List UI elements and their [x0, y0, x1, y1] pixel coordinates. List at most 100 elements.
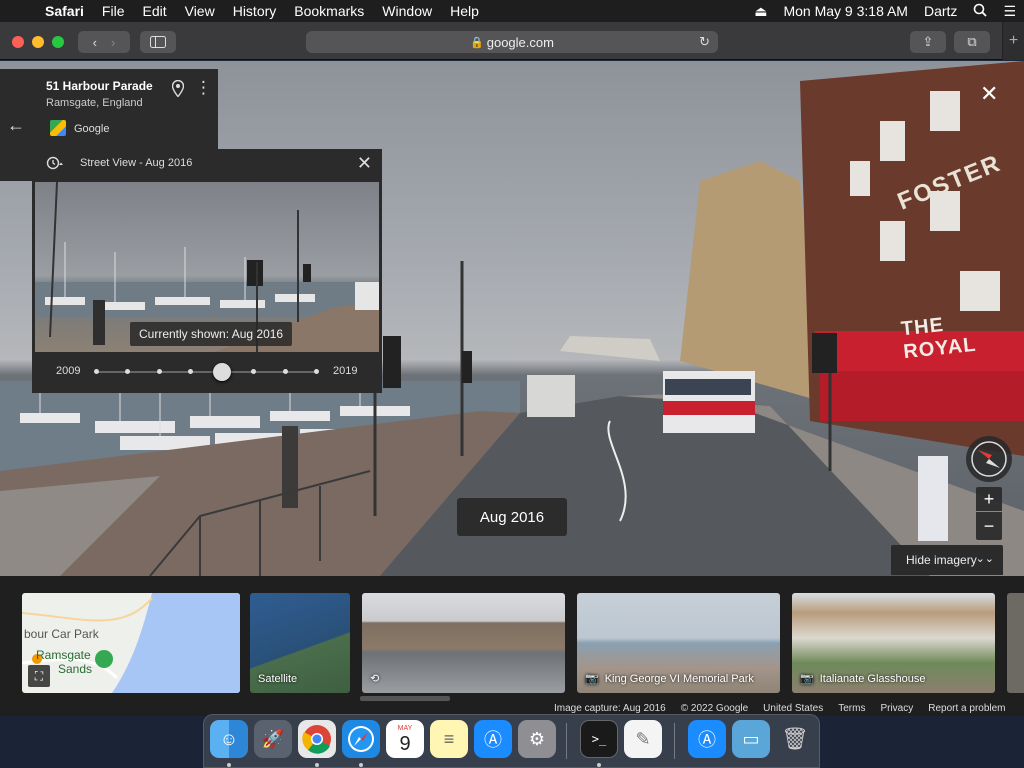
back-button-icon[interactable]: ‹: [93, 35, 97, 50]
timeline-stop-dot[interactable]: [188, 369, 194, 374]
eject-icon[interactable]: ⏏: [746, 3, 775, 20]
back-arrow-button[interactable]: ←: [0, 69, 32, 181]
zoom-out-button[interactable]: −: [976, 512, 1002, 540]
menu-file[interactable]: File: [93, 0, 134, 22]
window-close-button[interactable]: [12, 36, 24, 48]
address-subtitle: Ramsgate, England: [46, 97, 143, 109]
map-tile[interactable]: bour Car Park Ramsgate Sands ⛶: [22, 593, 240, 693]
timeline-stop-dot[interactable]: [125, 369, 131, 374]
italianate-glasshouse-tile[interactable]: 📷 Italianate Glasshouse: [792, 593, 995, 693]
timeline-stop-dot[interactable]: [156, 369, 162, 374]
forward-button-icon[interactable]: ›: [111, 35, 115, 50]
footer-report-link[interactable]: Report a problem: [928, 703, 1005, 714]
address-card: 51 Harbour Parade Ramsgate, England Goog…: [32, 69, 218, 149]
timeline-stop-dot[interactable]: [314, 369, 319, 374]
new-tab-button[interactable]: +: [1002, 22, 1024, 60]
camera-icon: 📷: [585, 673, 599, 685]
footer-terms-link[interactable]: Terms: [838, 703, 865, 714]
spotlight-search-icon[interactable]: [965, 3, 995, 20]
time-travel-header: Street View - Aug 2016: [80, 157, 193, 169]
window-zoom-button[interactable]: [52, 36, 64, 48]
dock-separator: [566, 723, 567, 759]
safari-icon[interactable]: [342, 720, 380, 758]
map-label-ramsgate: Ramsgate: [36, 648, 91, 662]
window-minimize-button[interactable]: [32, 36, 44, 48]
launchpad-icon[interactable]: 🚀: [254, 720, 292, 758]
back-forward-buttons: ‹ ›: [78, 31, 130, 53]
menu-app-name[interactable]: Safari: [36, 0, 93, 22]
lock-icon: 🔒: [470, 36, 484, 49]
menu-history[interactable]: History: [224, 0, 286, 22]
menu-view[interactable]: View: [176, 0, 224, 22]
timeline-slider-thumb[interactable]: [212, 363, 231, 381]
address-title: 51 Harbour Parade: [46, 79, 153, 93]
footer-privacy-link[interactable]: Privacy: [880, 703, 913, 714]
italianate-glasshouse-label: 📷 Italianate Glasshouse: [800, 673, 926, 685]
terminal-icon[interactable]: >_: [580, 720, 618, 758]
time-travel-panel: Street View - Aug 2016 ✕ Currently shown…: [32, 149, 382, 393]
google-maps-logo-icon: [50, 120, 66, 136]
satellite-tile[interactable]: Satellite: [250, 593, 350, 693]
reload-icon[interactable]: ↻: [699, 34, 710, 50]
timeline-start-year: 2009: [56, 365, 81, 377]
zoom-in-button[interactable]: +: [976, 487, 1002, 511]
imagery-filmstrip: bour Car Park Ramsgate Sands ⛶ Satellite…: [0, 576, 1024, 716]
history-clock-icon[interactable]: [46, 156, 64, 173]
king-george-park-tile[interactable]: 📷 King George VI Memorial Park: [577, 593, 780, 693]
street-photo-tile[interactable]: ⟲: [362, 593, 565, 693]
app-store-downloads-icon[interactable]: Ⓐ: [688, 720, 726, 758]
trash-icon[interactable]: 🗑: [776, 720, 814, 758]
menu-edit[interactable]: Edit: [133, 0, 175, 22]
fullscreen-icon[interactable]: ⛶: [28, 665, 50, 687]
hide-imagery-button[interactable]: Hide imagery ⌄⌄: [891, 545, 1003, 575]
street-photo-label: ⟲: [370, 672, 385, 685]
hide-imagery-label: Hide imagery: [906, 553, 977, 567]
timeline-stop-dot[interactable]: [282, 369, 288, 374]
chrome-running-dot: [315, 763, 319, 767]
more-options-icon[interactable]: ⋮: [195, 78, 212, 98]
menu-bar: Safari File Edit View History Bookmarks …: [0, 0, 1024, 22]
next-tile-partial[interactable]: [1007, 593, 1024, 693]
menu-bookmarks[interactable]: Bookmarks: [285, 0, 373, 22]
terminal-running-dot: [597, 763, 601, 767]
timeline-stop-dot[interactable]: [94, 369, 99, 374]
control-center-icon[interactable]: ☰: [995, 3, 1024, 20]
system-preferences-icon[interactable]: ⚙: [518, 720, 556, 758]
footer-capture-date: Image capture: Aug 2016: [554, 702, 666, 714]
location-pin-icon[interactable]: [171, 79, 185, 101]
app-store-icon[interactable]: Ⓐ: [474, 720, 512, 758]
chrome-icon[interactable]: [298, 720, 336, 758]
timeline-stop-dot[interactable]: [251, 369, 257, 374]
menu-clock[interactable]: Mon May 9 3:18 AM: [775, 3, 916, 19]
imagery-date-chip: Aug 2016: [457, 498, 567, 536]
dock: ☺ 🚀 MAY 9 ≡ Ⓐ ⚙ >_ ✎ Ⓐ ▭ 🗑: [203, 714, 820, 768]
calendar-icon[interactable]: MAY 9: [386, 720, 424, 758]
folder-icon[interactable]: ▭: [732, 720, 770, 758]
compass-icon[interactable]: [966, 436, 1012, 482]
sidebar-toggle-icon[interactable]: [140, 31, 176, 53]
dock-separator: [674, 723, 675, 759]
map-label-car-park: bour Car Park: [24, 627, 99, 641]
text-document-icon[interactable]: ✎: [624, 720, 662, 758]
time-travel-preview-image[interactable]: Currently shown: Aug 2016: [35, 182, 379, 352]
browser-toolbar: ‹ › 🔒 google.com ↻ ⇪ ⧉ +: [0, 22, 1024, 60]
notes-icon[interactable]: ≡: [430, 720, 468, 758]
tab-overview-icon[interactable]: ⧉: [954, 31, 990, 53]
time-travel-close-icon[interactable]: ✕: [357, 153, 372, 174]
footer-country[interactable]: United States: [763, 703, 823, 714]
address-bar-url: google.com: [486, 34, 554, 50]
satellite-label: Satellite: [258, 673, 298, 685]
close-street-view-icon[interactable]: ✕: [980, 81, 998, 107]
menu-user[interactable]: Dartz: [916, 3, 965, 19]
camera-icon: 📷: [800, 673, 814, 685]
map-label-sands: Sands: [58, 662, 93, 676]
address-bar[interactable]: 🔒 google.com ↻: [306, 31, 718, 53]
provider-label: Google: [74, 123, 110, 135]
menu-window[interactable]: Window: [373, 0, 441, 22]
safari-running-dot: [359, 763, 363, 767]
360-rotate-icon: ⟲: [370, 673, 380, 685]
share-icon[interactable]: ⇪: [910, 31, 946, 53]
finder-icon[interactable]: ☺: [210, 720, 248, 758]
filmstrip-scrollbar[interactable]: [360, 696, 450, 701]
menu-help[interactable]: Help: [441, 0, 488, 22]
